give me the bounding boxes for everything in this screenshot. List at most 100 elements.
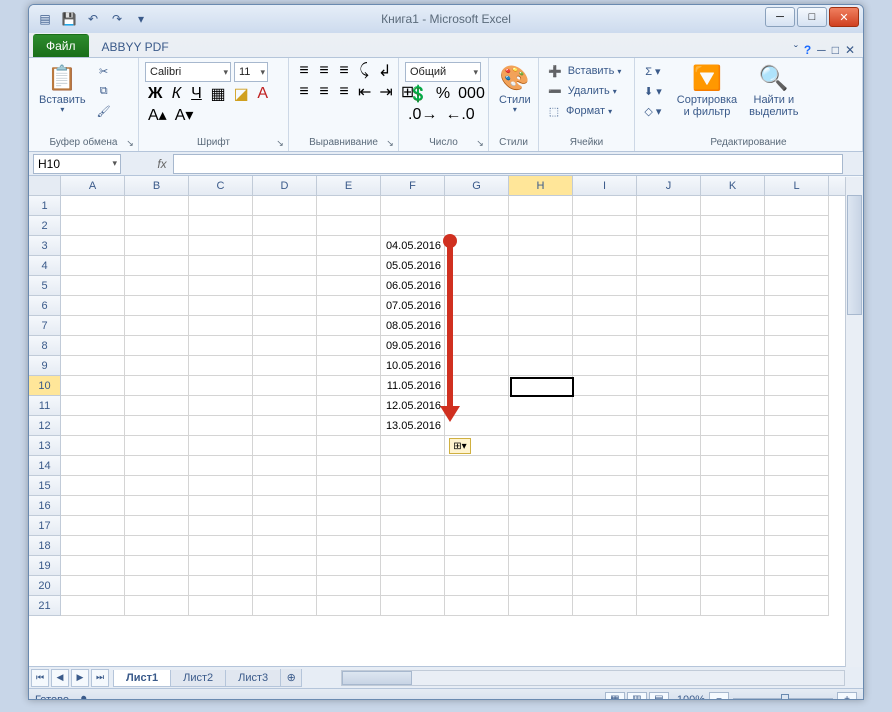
cell-J20[interactable]: [637, 576, 701, 596]
format-painter-button[interactable]: 🖌: [94, 102, 114, 120]
row-header-8[interactable]: 8: [29, 336, 61, 356]
select-all-corner[interactable]: [29, 176, 61, 195]
cell-E16[interactable]: [317, 496, 381, 516]
cell-L1[interactable]: [765, 196, 829, 216]
cell-G2[interactable]: [445, 216, 509, 236]
cell-F14[interactable]: [381, 456, 445, 476]
cell-B6[interactable]: [125, 296, 189, 316]
cell-C10[interactable]: [189, 376, 253, 396]
cell-C21[interactable]: [189, 596, 253, 616]
view-layout-button[interactable]: ▥: [627, 692, 647, 701]
cell-C20[interactable]: [189, 576, 253, 596]
cell-D1[interactable]: [253, 196, 317, 216]
cell-L4[interactable]: [765, 256, 829, 276]
cell-A14[interactable]: [61, 456, 125, 476]
cell-K1[interactable]: [701, 196, 765, 216]
cell-K3[interactable]: [701, 236, 765, 256]
col-header-K[interactable]: K: [701, 176, 765, 195]
cell-H7[interactable]: [509, 316, 573, 336]
cell-L3[interactable]: [765, 236, 829, 256]
cell-D12[interactable]: [253, 416, 317, 436]
cell-H13[interactable]: [509, 436, 573, 456]
cell-K18[interactable]: [701, 536, 765, 556]
view-pagebreak-button[interactable]: ▤: [649, 692, 669, 701]
cell-B20[interactable]: [125, 576, 189, 596]
cell-K5[interactable]: [701, 276, 765, 296]
cell-F15[interactable]: [381, 476, 445, 496]
cell-C15[interactable]: [189, 476, 253, 496]
cell-J16[interactable]: [637, 496, 701, 516]
cell-H17[interactable]: [509, 516, 573, 536]
cell-E1[interactable]: [317, 196, 381, 216]
cell-K12[interactable]: [701, 416, 765, 436]
cell-J2[interactable]: [637, 216, 701, 236]
cell-L14[interactable]: [765, 456, 829, 476]
cell-H18[interactable]: [509, 536, 573, 556]
cell-I9[interactable]: [573, 356, 637, 376]
cell-A12[interactable]: [61, 416, 125, 436]
cell-I5[interactable]: [573, 276, 637, 296]
vertical-scroll-thumb[interactable]: [847, 195, 862, 315]
name-box[interactable]: H10: [33, 154, 121, 174]
cell-G8[interactable]: [445, 336, 509, 356]
sort-filter-button[interactable]: 🔽 Сортировка и фильтр: [673, 62, 741, 120]
ribbon-minimize-icon[interactable]: ˇ: [794, 43, 798, 57]
shrink-font-button[interactable]: A▾: [172, 106, 197, 124]
cell-H12[interactable]: [509, 416, 573, 436]
fx-button[interactable]: fx: [151, 157, 173, 171]
add-sheet-button[interactable]: ⊕: [280, 669, 302, 687]
row-header-3[interactable]: 3: [29, 236, 61, 256]
zoom-out-button[interactable]: −: [709, 692, 729, 701]
cell-A8[interactable]: [61, 336, 125, 356]
row-header-14[interactable]: 14: [29, 456, 61, 476]
cell-F17[interactable]: [381, 516, 445, 536]
cell-E7[interactable]: [317, 316, 381, 336]
cell-B12[interactable]: [125, 416, 189, 436]
cell-J3[interactable]: [637, 236, 701, 256]
row-header-13[interactable]: 13: [29, 436, 61, 456]
cell-L18[interactable]: [765, 536, 829, 556]
cell-K13[interactable]: [701, 436, 765, 456]
cell-C3[interactable]: [189, 236, 253, 256]
percent-button[interactable]: %: [433, 85, 453, 103]
cell-J11[interactable]: [637, 396, 701, 416]
cell-D4[interactable]: [253, 256, 317, 276]
cell-B15[interactable]: [125, 476, 189, 496]
cell-F5[interactable]: 06.05.2016: [381, 276, 445, 296]
cell-J17[interactable]: [637, 516, 701, 536]
cell-B19[interactable]: [125, 556, 189, 576]
cell-B3[interactable]: [125, 236, 189, 256]
align-launcher[interactable]: ↘: [384, 137, 396, 149]
help-icon[interactable]: ?: [804, 43, 811, 57]
styles-button[interactable]: 🎨 Стили▾: [495, 62, 535, 117]
cell-B21[interactable]: [125, 596, 189, 616]
cell-E19[interactable]: [317, 556, 381, 576]
cell-D11[interactable]: [253, 396, 317, 416]
col-header-G[interactable]: G: [445, 176, 509, 195]
cell-A11[interactable]: [61, 396, 125, 416]
view-normal-button[interactable]: ▦: [605, 692, 625, 701]
cell-J8[interactable]: [637, 336, 701, 356]
cell-A7[interactable]: [61, 316, 125, 336]
maximize-button[interactable]: □: [797, 7, 827, 27]
cell-A6[interactable]: [61, 296, 125, 316]
col-header-D[interactable]: D: [253, 176, 317, 195]
cell-B18[interactable]: [125, 536, 189, 556]
cut-button[interactable]: ✂: [94, 62, 114, 80]
number-launcher[interactable]: ↘: [474, 137, 486, 149]
cell-C8[interactable]: [189, 336, 253, 356]
horizontal-scrollbar[interactable]: [341, 670, 845, 686]
cell-K8[interactable]: [701, 336, 765, 356]
cell-I17[interactable]: [573, 516, 637, 536]
cell-F6[interactable]: 07.05.2016: [381, 296, 445, 316]
cell-F4[interactable]: 05.05.2016: [381, 256, 445, 276]
col-header-B[interactable]: B: [125, 176, 189, 195]
cell-F13[interactable]: [381, 436, 445, 456]
cell-A20[interactable]: [61, 576, 125, 596]
cell-G5[interactable]: [445, 276, 509, 296]
row-header-20[interactable]: 20: [29, 576, 61, 596]
row-header-16[interactable]: 16: [29, 496, 61, 516]
tab-nav-prev[interactable]: ◀: [51, 669, 69, 687]
row-header-4[interactable]: 4: [29, 256, 61, 276]
cell-I6[interactable]: [573, 296, 637, 316]
